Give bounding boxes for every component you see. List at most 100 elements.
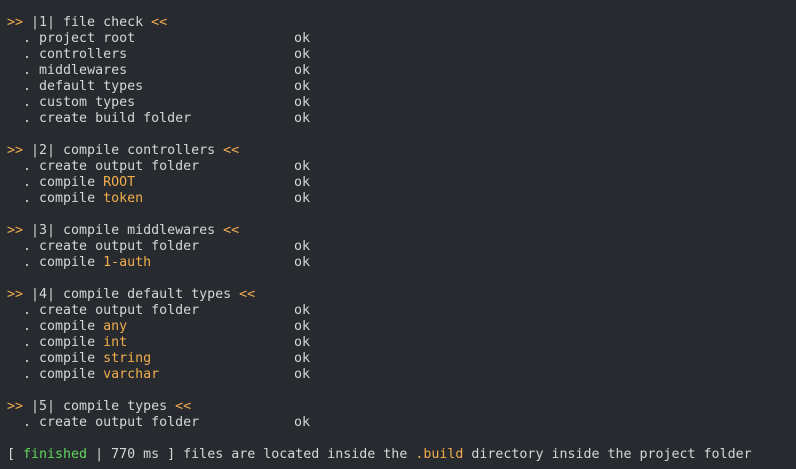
step-item: . default types ok bbox=[7, 79, 337, 95]
item-status: ok bbox=[294, 367, 311, 382]
item-highlight: any bbox=[103, 319, 128, 334]
item-label: controllers bbox=[39, 47, 128, 62]
item-bullet: . bbox=[7, 303, 40, 318]
step-prefix-arrow: >> bbox=[7, 399, 24, 414]
item-status: ok bbox=[294, 415, 311, 430]
item-status: ok bbox=[294, 303, 311, 318]
step-item: . project root ok bbox=[7, 31, 337, 47]
summary-duration: 770 ms bbox=[111, 447, 160, 462]
step-suffix-arrow: << bbox=[175, 399, 192, 414]
item-bullet: . bbox=[7, 31, 40, 46]
item-highlight: string bbox=[103, 351, 152, 366]
item-status: ok bbox=[294, 239, 311, 254]
item-status: ok bbox=[294, 191, 311, 206]
item-status: ok bbox=[294, 351, 311, 366]
item-bullet: . bbox=[7, 255, 40, 270]
step-item: . controllers ok bbox=[7, 47, 337, 63]
summary-state: finished bbox=[23, 447, 88, 462]
item-status: ok bbox=[294, 255, 311, 270]
item-label: create output folder bbox=[39, 415, 200, 430]
item-status: ok bbox=[294, 335, 311, 350]
item-status: ok bbox=[294, 111, 311, 126]
item-bullet: . bbox=[7, 111, 40, 126]
item-status: ok bbox=[294, 47, 311, 62]
item-bullet: . bbox=[7, 239, 40, 254]
step-header: >> |4| compile default types << bbox=[7, 287, 255, 303]
step-suffix-arrow: << bbox=[239, 287, 256, 302]
item-status: ok bbox=[294, 319, 311, 334]
step-item: . create output folder ok bbox=[7, 303, 337, 319]
item-bullet: . bbox=[7, 367, 40, 382]
item-status: ok bbox=[294, 31, 311, 46]
item-label: create output folder bbox=[39, 239, 200, 254]
item-label: middlewares bbox=[39, 63, 128, 78]
item-bullet: . bbox=[7, 175, 40, 190]
item-bullet: . bbox=[7, 191, 40, 206]
step-item: . custom types ok bbox=[7, 95, 337, 111]
step-suffix-arrow: << bbox=[151, 15, 168, 30]
summary-open-bracket: [ bbox=[7, 447, 24, 462]
step-item: . compile varchar ok bbox=[7, 367, 337, 383]
summary-separator: | bbox=[87, 447, 112, 462]
item-bullet: . bbox=[7, 335, 40, 350]
step-item: . compile int ok bbox=[7, 335, 337, 351]
item-label: compile bbox=[39, 255, 104, 270]
item-bullet: . bbox=[7, 95, 40, 110]
step-title: |2| compile controllers bbox=[23, 143, 224, 158]
item-bullet: . bbox=[7, 415, 40, 430]
step-prefix-arrow: >> bbox=[7, 287, 24, 302]
item-highlight: varchar bbox=[103, 367, 160, 382]
summary-build-dir: .build bbox=[415, 447, 464, 462]
item-status: ok bbox=[294, 175, 311, 190]
summary-line: [ finished | 770 ms ] files are located … bbox=[7, 447, 752, 463]
item-highlight: int bbox=[103, 335, 128, 350]
item-label: default types bbox=[39, 79, 144, 94]
item-bullet: . bbox=[7, 47, 40, 62]
step-item: . compile ROOT ok bbox=[7, 175, 337, 191]
item-label: custom types bbox=[39, 95, 136, 110]
item-label: create output folder bbox=[39, 159, 200, 174]
item-status: ok bbox=[294, 95, 311, 110]
step-prefix-arrow: >> bbox=[7, 15, 24, 30]
step-header: >> |5| compile types << bbox=[7, 399, 191, 415]
item-label: compile bbox=[39, 175, 104, 190]
step-item: . create build folder ok bbox=[7, 111, 337, 127]
step-item: . compile token ok bbox=[7, 191, 337, 207]
step-item: . compile 1-auth ok bbox=[7, 255, 337, 271]
step-item: . middlewares ok bbox=[7, 63, 337, 79]
step-item: . compile string ok bbox=[7, 351, 337, 367]
item-highlight: 1-auth bbox=[103, 255, 152, 270]
terminal-output: >> |1| file check << . project root ok . … bbox=[0, 0, 796, 469]
item-label: compile bbox=[39, 319, 104, 334]
summary-close-bracket: ] bbox=[159, 447, 184, 462]
item-highlight: ROOT bbox=[103, 175, 136, 190]
step-title: |3| compile middlewares bbox=[23, 223, 224, 238]
step-title: |5| compile types bbox=[23, 399, 176, 414]
item-bullet: . bbox=[7, 319, 40, 334]
item-bullet: . bbox=[7, 79, 40, 94]
item-bullet: . bbox=[7, 159, 40, 174]
summary-message-end: directory inside the project folder bbox=[463, 447, 752, 462]
item-bullet: . bbox=[7, 351, 40, 366]
item-status: ok bbox=[294, 79, 311, 94]
item-label: create output folder bbox=[39, 303, 200, 318]
step-header: >> |2| compile controllers << bbox=[7, 143, 239, 159]
step-prefix-arrow: >> bbox=[7, 223, 24, 238]
item-label: create build folder bbox=[39, 111, 192, 126]
summary-message: files are located inside the bbox=[183, 447, 416, 462]
item-label: compile bbox=[39, 191, 104, 206]
item-status: ok bbox=[294, 159, 311, 174]
step-suffix-arrow: << bbox=[223, 223, 240, 238]
item-label: compile bbox=[39, 351, 104, 366]
step-title: |4| compile default types bbox=[23, 287, 240, 302]
step-suffix-arrow: << bbox=[223, 143, 240, 158]
item-status: ok bbox=[294, 63, 311, 78]
item-bullet: . bbox=[7, 63, 40, 78]
item-label: compile bbox=[39, 367, 104, 382]
step-header: >> |3| compile middlewares << bbox=[7, 223, 239, 239]
item-highlight: token bbox=[103, 191, 144, 206]
step-item: . create output folder ok bbox=[7, 159, 337, 175]
step-item: . create output folder ok bbox=[7, 239, 337, 255]
step-title: |1| file check bbox=[23, 15, 152, 30]
step-header: >> |1| file check << bbox=[7, 15, 167, 31]
